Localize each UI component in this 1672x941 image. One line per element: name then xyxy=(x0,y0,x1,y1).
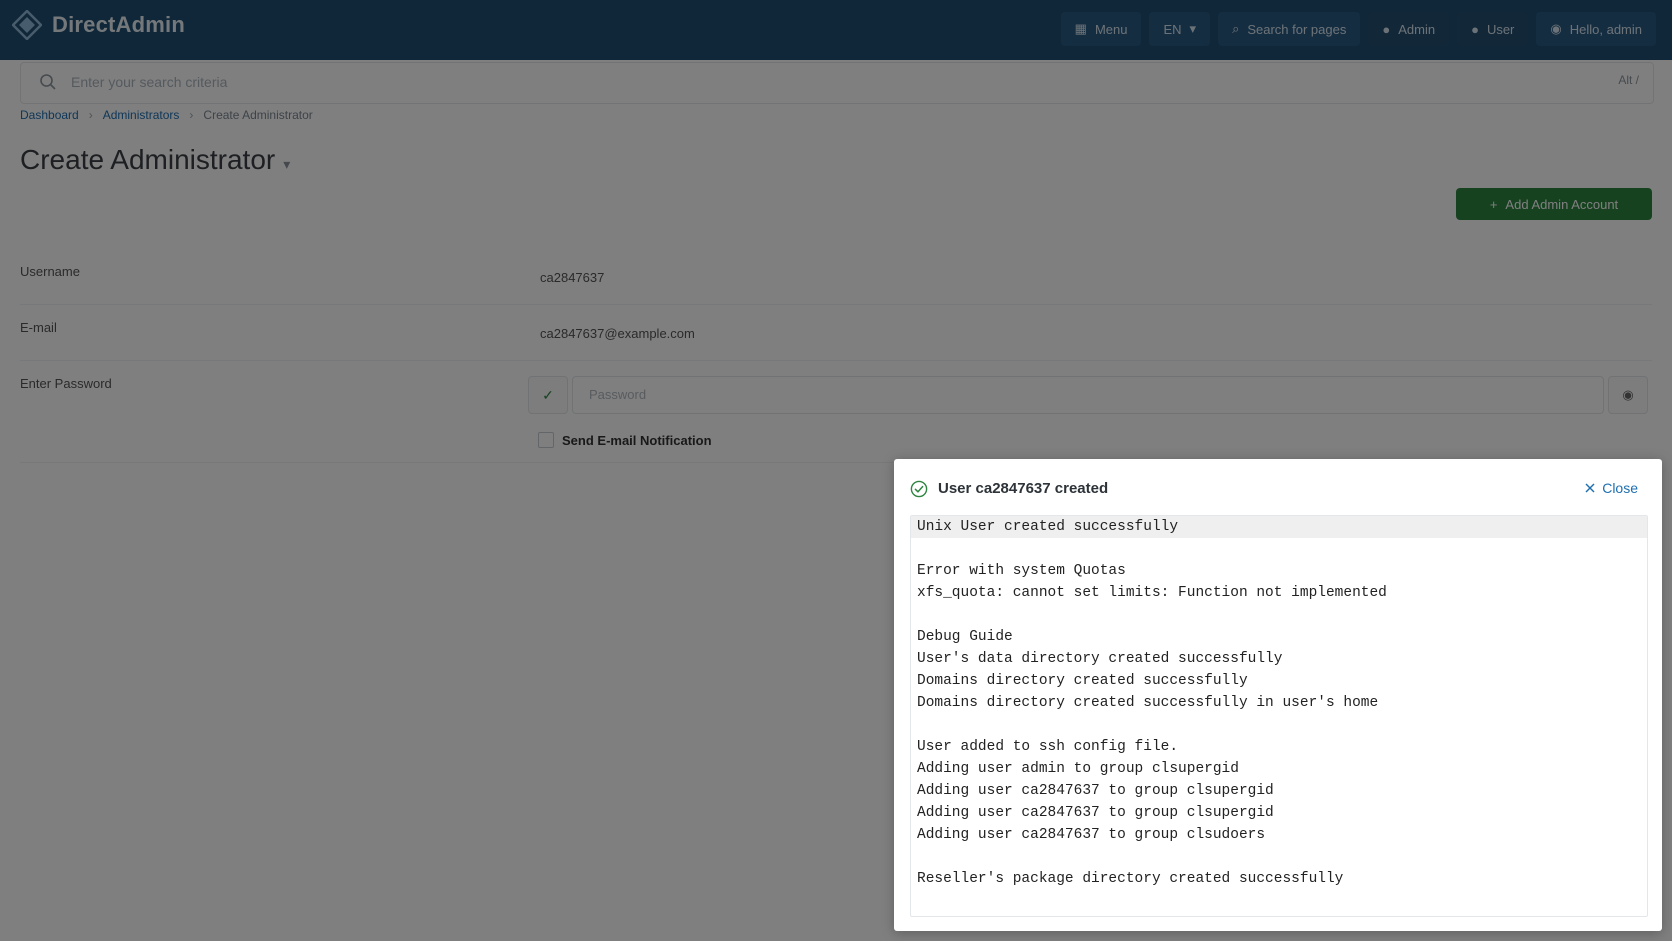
check-circle-icon xyxy=(910,480,928,498)
log-line: xfs_quota: cannot set limits: Function n… xyxy=(917,585,1387,601)
user-created-dialog: User ca2847637 created Close Unix User c… xyxy=(894,459,1662,931)
log-line: Unix User created successfully xyxy=(911,516,1647,538)
log-line: Reseller's package directory created suc… xyxy=(917,871,1344,887)
log-line: User's data directory created successful… xyxy=(917,651,1283,667)
dialog-header: User ca2847637 created Close xyxy=(910,479,1646,503)
log-line: Adding user admin to group clsupergid xyxy=(917,761,1239,777)
log-line: Domains directory created successfully xyxy=(917,673,1248,689)
log-line: Debug Guide xyxy=(917,629,1013,645)
log-line: Domains directory created successfully i… xyxy=(917,695,1379,711)
log-line: Adding user ca2847637 to group clsupergi… xyxy=(917,805,1274,821)
log-line: Adding user ca2847637 to group clsupergi… xyxy=(917,783,1274,799)
close-icon xyxy=(1585,483,1595,493)
log-line: Adding user ca2847637 to group clsudoers xyxy=(917,827,1266,843)
dialog-title: User ca2847637 created xyxy=(938,480,1109,497)
close-button[interactable]: Close xyxy=(1584,480,1638,496)
close-label: Close xyxy=(1602,480,1638,496)
log-line: User added to ssh config file. xyxy=(917,739,1179,755)
log-line: Error with system Quotas xyxy=(917,563,1126,579)
log-output[interactable]: Unix User created successfully Error with… xyxy=(910,515,1648,917)
